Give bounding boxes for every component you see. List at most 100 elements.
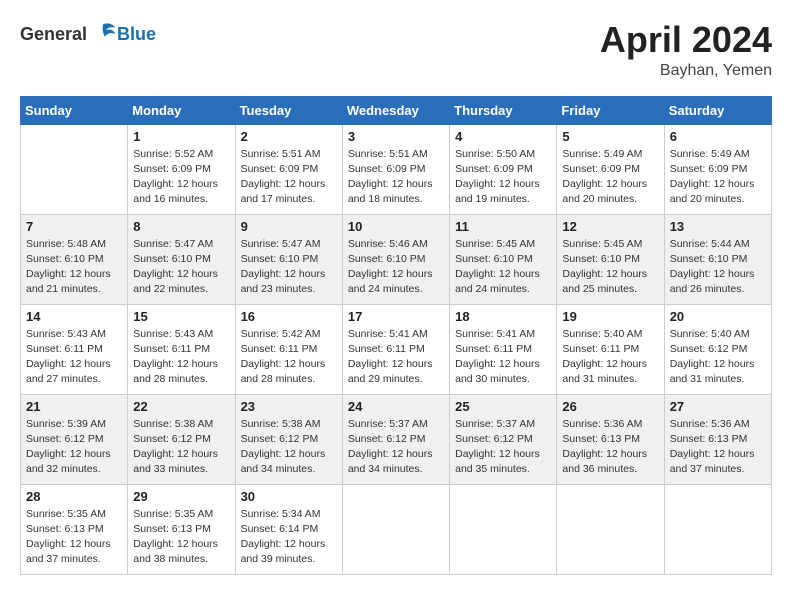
- calendar-week-row: 7 Sunrise: 5:48 AMSunset: 6:10 PMDayligh…: [21, 214, 772, 304]
- calendar-table: Sunday Monday Tuesday Wednesday Thursday…: [20, 96, 772, 575]
- day-info: Sunrise: 5:49 AMSunset: 6:09 PMDaylight:…: [562, 147, 658, 208]
- table-row: 23 Sunrise: 5:38 AMSunset: 6:12 PMDaylig…: [235, 394, 342, 484]
- day-number: 5: [562, 129, 658, 144]
- table-row: 19 Sunrise: 5:40 AMSunset: 6:11 PMDaylig…: [557, 304, 664, 394]
- day-number: 15: [133, 309, 229, 324]
- day-info: Sunrise: 5:52 AMSunset: 6:09 PMDaylight:…: [133, 147, 229, 208]
- table-row: 5 Sunrise: 5:49 AMSunset: 6:09 PMDayligh…: [557, 124, 664, 214]
- table-row: 27 Sunrise: 5:36 AMSunset: 6:13 PMDaylig…: [664, 394, 771, 484]
- day-number: 28: [26, 489, 122, 504]
- day-number: 6: [670, 129, 766, 144]
- table-row: 15 Sunrise: 5:43 AMSunset: 6:11 PMDaylig…: [128, 304, 235, 394]
- location-title: Bayhan, Yemen: [600, 62, 772, 80]
- day-info: Sunrise: 5:44 AMSunset: 6:10 PMDaylight:…: [670, 237, 766, 298]
- day-number: 9: [241, 219, 337, 234]
- day-number: 3: [348, 129, 444, 144]
- table-row: 2 Sunrise: 5:51 AMSunset: 6:09 PMDayligh…: [235, 124, 342, 214]
- calendar-week-row: 14 Sunrise: 5:43 AMSunset: 6:11 PMDaylig…: [21, 304, 772, 394]
- day-info: Sunrise: 5:46 AMSunset: 6:10 PMDaylight:…: [348, 237, 444, 298]
- header-saturday: Saturday: [664, 96, 771, 124]
- day-number: 8: [133, 219, 229, 234]
- day-number: 13: [670, 219, 766, 234]
- logo-bird-icon: [89, 20, 117, 48]
- day-info: Sunrise: 5:39 AMSunset: 6:12 PMDaylight:…: [26, 417, 122, 478]
- title-block: April 2024 Bayhan, Yemen: [600, 20, 772, 80]
- day-info: Sunrise: 5:47 AMSunset: 6:10 PMDaylight:…: [133, 237, 229, 298]
- table-row: 20 Sunrise: 5:40 AMSunset: 6:12 PMDaylig…: [664, 304, 771, 394]
- day-number: 22: [133, 399, 229, 414]
- table-row: [557, 484, 664, 574]
- table-row: 25 Sunrise: 5:37 AMSunset: 6:12 PMDaylig…: [450, 394, 557, 484]
- day-info: Sunrise: 5:40 AMSunset: 6:12 PMDaylight:…: [670, 327, 766, 388]
- table-row: 28 Sunrise: 5:35 AMSunset: 6:13 PMDaylig…: [21, 484, 128, 574]
- day-info: Sunrise: 5:38 AMSunset: 6:12 PMDaylight:…: [133, 417, 229, 478]
- logo-blue-text: Blue: [117, 24, 156, 45]
- table-row: 4 Sunrise: 5:50 AMSunset: 6:09 PMDayligh…: [450, 124, 557, 214]
- table-row: 1 Sunrise: 5:52 AMSunset: 6:09 PMDayligh…: [128, 124, 235, 214]
- table-row: 12 Sunrise: 5:45 AMSunset: 6:10 PMDaylig…: [557, 214, 664, 304]
- table-row: 11 Sunrise: 5:45 AMSunset: 6:10 PMDaylig…: [450, 214, 557, 304]
- day-number: 21: [26, 399, 122, 414]
- logo: General Blue: [20, 20, 156, 48]
- day-info: Sunrise: 5:45 AMSunset: 6:10 PMDaylight:…: [455, 237, 551, 298]
- table-row: [450, 484, 557, 574]
- day-info: Sunrise: 5:43 AMSunset: 6:11 PMDaylight:…: [26, 327, 122, 388]
- day-number: 23: [241, 399, 337, 414]
- table-row: 29 Sunrise: 5:35 AMSunset: 6:13 PMDaylig…: [128, 484, 235, 574]
- day-number: 17: [348, 309, 444, 324]
- header-tuesday: Tuesday: [235, 96, 342, 124]
- day-number: 29: [133, 489, 229, 504]
- calendar-week-row: 28 Sunrise: 5:35 AMSunset: 6:13 PMDaylig…: [21, 484, 772, 574]
- header-friday: Friday: [557, 96, 664, 124]
- day-number: 24: [348, 399, 444, 414]
- day-info: Sunrise: 5:37 AMSunset: 6:12 PMDaylight:…: [455, 417, 551, 478]
- header-thursday: Thursday: [450, 96, 557, 124]
- logo-general-text: General: [20, 24, 87, 45]
- day-info: Sunrise: 5:42 AMSunset: 6:11 PMDaylight:…: [241, 327, 337, 388]
- table-row: 8 Sunrise: 5:47 AMSunset: 6:10 PMDayligh…: [128, 214, 235, 304]
- header-row: Sunday Monday Tuesday Wednesday Thursday…: [21, 96, 772, 124]
- day-info: Sunrise: 5:41 AMSunset: 6:11 PMDaylight:…: [455, 327, 551, 388]
- day-info: Sunrise: 5:43 AMSunset: 6:11 PMDaylight:…: [133, 327, 229, 388]
- day-info: Sunrise: 5:49 AMSunset: 6:09 PMDaylight:…: [670, 147, 766, 208]
- table-row: 6 Sunrise: 5:49 AMSunset: 6:09 PMDayligh…: [664, 124, 771, 214]
- page-header: General Blue April 2024 Bayhan, Yemen: [20, 20, 772, 80]
- day-info: Sunrise: 5:36 AMSunset: 6:13 PMDaylight:…: [562, 417, 658, 478]
- day-info: Sunrise: 5:47 AMSunset: 6:10 PMDaylight:…: [241, 237, 337, 298]
- day-number: 11: [455, 219, 551, 234]
- table-row: 16 Sunrise: 5:42 AMSunset: 6:11 PMDaylig…: [235, 304, 342, 394]
- table-row: 10 Sunrise: 5:46 AMSunset: 6:10 PMDaylig…: [342, 214, 449, 304]
- day-info: Sunrise: 5:36 AMSunset: 6:13 PMDaylight:…: [670, 417, 766, 478]
- day-info: Sunrise: 5:34 AMSunset: 6:14 PMDaylight:…: [241, 507, 337, 568]
- calendar-week-row: 21 Sunrise: 5:39 AMSunset: 6:12 PMDaylig…: [21, 394, 772, 484]
- table-row: 26 Sunrise: 5:36 AMSunset: 6:13 PMDaylig…: [557, 394, 664, 484]
- table-row: 3 Sunrise: 5:51 AMSunset: 6:09 PMDayligh…: [342, 124, 449, 214]
- day-number: 14: [26, 309, 122, 324]
- day-number: 16: [241, 309, 337, 324]
- day-info: Sunrise: 5:51 AMSunset: 6:09 PMDaylight:…: [348, 147, 444, 208]
- header-wednesday: Wednesday: [342, 96, 449, 124]
- day-info: Sunrise: 5:38 AMSunset: 6:12 PMDaylight:…: [241, 417, 337, 478]
- day-info: Sunrise: 5:40 AMSunset: 6:11 PMDaylight:…: [562, 327, 658, 388]
- calendar-week-row: 1 Sunrise: 5:52 AMSunset: 6:09 PMDayligh…: [21, 124, 772, 214]
- day-number: 19: [562, 309, 658, 324]
- day-info: Sunrise: 5:35 AMSunset: 6:13 PMDaylight:…: [26, 507, 122, 568]
- header-monday: Monday: [128, 96, 235, 124]
- month-title: April 2024: [600, 20, 772, 60]
- day-number: 25: [455, 399, 551, 414]
- day-number: 27: [670, 399, 766, 414]
- day-number: 20: [670, 309, 766, 324]
- day-number: 26: [562, 399, 658, 414]
- day-number: 30: [241, 489, 337, 504]
- table-row: [342, 484, 449, 574]
- day-number: 18: [455, 309, 551, 324]
- header-sunday: Sunday: [21, 96, 128, 124]
- table-row: 17 Sunrise: 5:41 AMSunset: 6:11 PMDaylig…: [342, 304, 449, 394]
- day-number: 4: [455, 129, 551, 144]
- day-number: 10: [348, 219, 444, 234]
- day-number: 2: [241, 129, 337, 144]
- day-info: Sunrise: 5:50 AMSunset: 6:09 PMDaylight:…: [455, 147, 551, 208]
- table-row: [21, 124, 128, 214]
- table-row: 21 Sunrise: 5:39 AMSunset: 6:12 PMDaylig…: [21, 394, 128, 484]
- table-row: 24 Sunrise: 5:37 AMSunset: 6:12 PMDaylig…: [342, 394, 449, 484]
